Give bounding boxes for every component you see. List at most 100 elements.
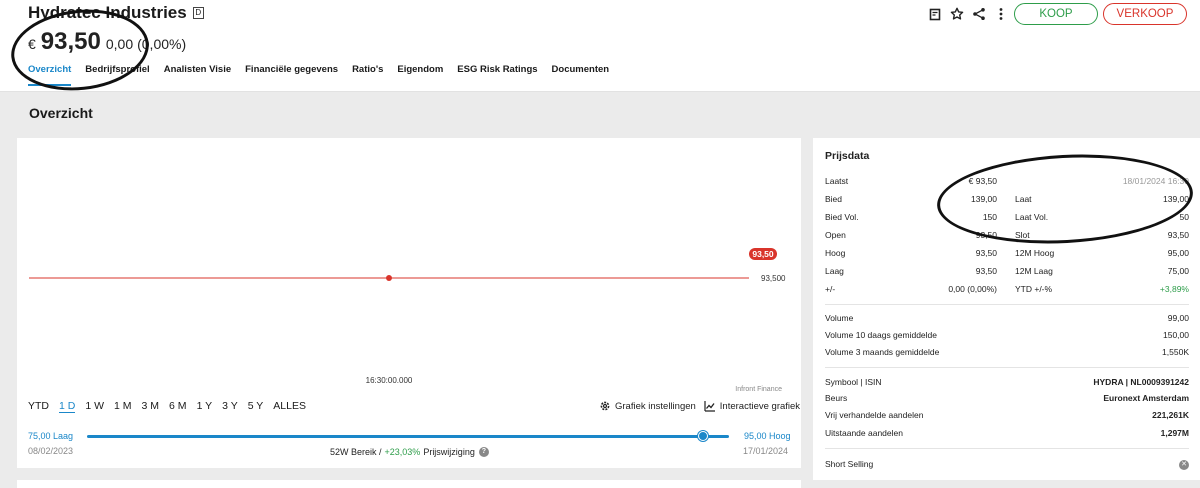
row-value: 93,50: [975, 230, 997, 240]
chart-settings-label: Grafiek instellingen: [615, 400, 696, 412]
row-value: 50: [1179, 212, 1189, 222]
price-change: 0,00: [105, 36, 134, 52]
volume-row: Volume 3 maands gemiddelde 1,550K: [825, 347, 1189, 361]
page-header: Hydratec Industries D € 93,50 0,00 (0,00…: [0, 0, 1200, 92]
volume-row: Volume 99,00: [825, 313, 1189, 327]
tab-bedrijfsprofiel[interactable]: Bedrijfsprofiel: [85, 64, 149, 86]
chart-line-icon: [704, 401, 715, 412]
prijsdata-row: Laatst € 93,50 18/01/2024 16:30: [825, 176, 1189, 190]
interactive-chart-button[interactable]: Interactieve grafiek: [704, 400, 800, 412]
row-label: Open: [825, 230, 846, 240]
price-chart: 93,50 93,500 16:30:00.000 Infront Financ…: [29, 248, 786, 393]
row-label: Bied: [825, 194, 843, 204]
chart-source: Infront Finance: [735, 386, 782, 393]
more-options-icon[interactable]: [992, 5, 1010, 23]
row-label: Volume 10 daags gemiddelde: [825, 330, 937, 340]
prijsdata-row: Bied Vol. 150 Laat Vol. 50: [825, 212, 1189, 226]
range-summary-prefix: 52W Bereik /: [330, 447, 382, 457]
row-label: Beurs: [825, 393, 848, 403]
delayed-badge: D: [192, 7, 204, 19]
company-title: Hydratec Industries D: [28, 3, 204, 23]
info-row: Symbool | ISIN HYDRA | NL0009391242: [825, 377, 1189, 391]
row-label: Bied Vol.: [825, 212, 859, 222]
section-title: Overzicht: [29, 105, 93, 121]
price-badge: 93,50: [752, 249, 774, 259]
tab-bar: Overzicht Bedrijfsprofiel Analisten Visi…: [28, 64, 623, 86]
range-1d[interactable]: 1 D: [59, 400, 76, 413]
axis-value-label: 93,500: [761, 274, 786, 283]
range-5y[interactable]: 5 Y: [248, 400, 264, 413]
company-name: Hydratec Industries: [28, 3, 187, 22]
row-value: 0,00 (0,00%): [948, 284, 997, 294]
row-value: +3,89%: [1159, 284, 1189, 294]
row-value: 99,00: [1167, 313, 1189, 323]
watchlist-add-icon[interactable]: [926, 5, 944, 23]
star-icon[interactable]: [948, 5, 966, 23]
row-value: 93,50: [975, 266, 997, 276]
short-selling-row[interactable]: Short Selling: [825, 459, 1189, 473]
row-value: 1,550K: [1162, 347, 1189, 357]
help-icon[interactable]: ?: [478, 447, 489, 457]
price-change-pct: (0,00%): [137, 36, 187, 52]
row-label: Laag: [825, 266, 844, 276]
buy-button[interactable]: KOOP: [1014, 3, 1098, 25]
range-marker: [698, 431, 709, 441]
chart-tools: Grafiek instellingen Interactieve grafie…: [599, 400, 808, 412]
row-value: Euronext Amsterdam: [1103, 393, 1189, 403]
price-point: [386, 275, 392, 281]
range-track: [87, 435, 729, 438]
volume-row: Volume 10 daags gemiddelde 150,00: [825, 330, 1189, 344]
prijsdata-row: Bied 139,00 Laat 139,00: [825, 194, 1189, 208]
tab-esg-risk-ratings[interactable]: ESG Risk Ratings: [457, 64, 537, 86]
interactive-chart-label: Interactieve grafiek: [719, 400, 801, 412]
range-1y[interactable]: 1 Y: [197, 400, 213, 413]
row-label: YTD +/-%: [1015, 284, 1053, 294]
tab-documenten[interactable]: Documenten: [552, 64, 610, 86]
row-label: Laat Vol.: [1015, 212, 1049, 222]
tab-overzicht[interactable]: Overzicht: [28, 64, 72, 86]
prijsdata-row: Laag 93,50 12M Laag 75,00: [825, 266, 1189, 280]
sell-button[interactable]: VERKOOP: [1103, 3, 1187, 25]
tab-analisten-visie[interactable]: Analisten Visie: [164, 64, 231, 86]
range-alles[interactable]: ALLES: [273, 400, 306, 413]
range-1m[interactable]: 1 M: [114, 400, 132, 413]
row-label: Vrij verhandelde aandelen: [825, 410, 924, 420]
range-selector: YTD 1 D 1 W 1 M 3 M 6 M 1 Y 3 Y 5 Y ALLE…: [28, 400, 316, 413]
divider: [825, 448, 1189, 449]
last-price: 93,50: [40, 28, 101, 55]
row-label: Laat: [1015, 194, 1032, 204]
tab-ratios[interactable]: Ratio's: [352, 64, 383, 86]
row-value: 150,00: [1163, 330, 1189, 340]
next-card: [17, 480, 801, 488]
chart-card: 93,50 93,500 16:30:00.000 Infront Financ…: [17, 138, 801, 468]
range-1w[interactable]: 1 W: [85, 400, 104, 413]
header-actions: [926, 5, 1014, 23]
currency-symbol: €: [28, 36, 36, 52]
range-low-label: 75,00 Laag: [28, 431, 74, 441]
range-3y[interactable]: 3 Y: [222, 400, 238, 413]
row-value: 150: [982, 212, 997, 222]
range-ytd[interactable]: YTD: [28, 400, 49, 413]
row-value: HYDRA | NL0009391242: [1093, 377, 1189, 387]
row-value: 221,261K: [1152, 410, 1189, 420]
row-label: Slot: [1015, 230, 1030, 240]
divider: [825, 304, 1189, 305]
range-low-date: 08/02/2023: [28, 446, 74, 456]
range-high-label: 95,00 Hoog: [744, 431, 791, 441]
range-6m[interactable]: 6 M: [169, 400, 187, 413]
row-value: 1,297M: [1160, 428, 1189, 438]
range-3m[interactable]: 3 M: [142, 400, 160, 413]
info-row: Vrij verhandelde aandelen 221,261K: [825, 410, 1189, 424]
tab-financiele-gegevens[interactable]: Financiële gegevens: [245, 64, 338, 86]
tab-eigendom[interactable]: Eigendom: [397, 64, 443, 86]
share-icon[interactable]: [970, 5, 988, 23]
row-value: 139,00: [971, 194, 997, 204]
row-label: Volume: [825, 313, 854, 323]
prijsdata-title: Prijsdata: [825, 150, 870, 162]
close-circle-icon[interactable]: ✕: [1179, 460, 1189, 470]
prijsdata-row: +/- 0,00 (0,00%) YTD +/-% +3,89%: [825, 284, 1189, 298]
divider: [825, 367, 1189, 368]
chart-settings-button[interactable]: Grafiek instellingen: [599, 400, 696, 412]
time-label: 16:30:00.000: [366, 376, 413, 385]
info-row: Uitstaande aandelen 1,297M: [825, 428, 1189, 442]
